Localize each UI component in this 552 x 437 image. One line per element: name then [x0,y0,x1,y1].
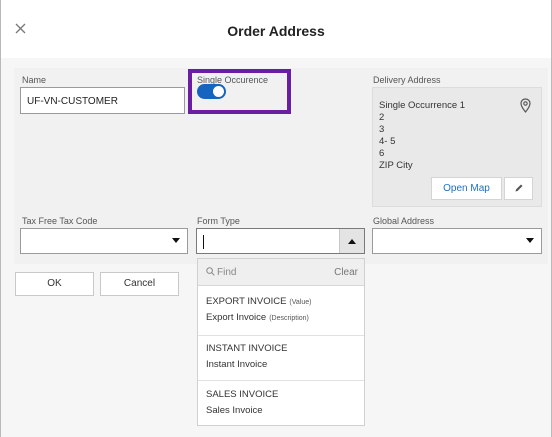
form-type-input[interactable] [196,228,365,254]
tax-free-tax-code-select[interactable] [20,228,188,254]
global-address-select[interactable] [372,228,542,254]
address-line: 2 [379,112,385,123]
address-line: 3 [379,124,385,135]
dialog-header: Order Address [1,0,551,58]
option-value: SALES INVOICE [206,389,279,400]
address-line: ZIP City [379,160,413,171]
highlight-annotation [188,69,291,114]
chevron-down-icon [526,238,534,243]
dropdown-option[interactable]: EXPORT INVOICE (Value) Export Invoice (Des… [198,286,364,336]
location-pin-icon[interactable] [520,98,531,116]
form-type-label: Form Type [197,216,240,226]
name-input[interactable]: UF-VN-CUSTOMER [20,87,185,114]
dialog-title: Order Address [227,23,325,39]
ok-button[interactable]: OK [15,272,94,296]
chevron-down-icon [172,238,180,243]
clear-button[interactable]: Clear [334,267,358,278]
option-description-tag: (Description) [269,315,309,322]
global-address-label: Global Address [373,216,435,226]
option-value: EXPORT INVOICE (Value) [206,296,311,307]
open-map-button[interactable]: Open Map [431,177,502,200]
edit-address-button[interactable] [504,177,533,200]
option-value-tag: (Value) [289,299,312,306]
address-line: 4- 5 [379,136,396,147]
option-description: Instant Invoice [206,359,268,370]
option-description: Export Invoice (Description) [206,312,309,323]
dialog-left-border [0,0,1,437]
dropdown-option[interactable]: SALES INVOICE Sales Invoice [198,381,364,425]
dropdown-find-bar: Find Clear [198,259,364,286]
chevron-up-icon [348,239,356,244]
option-description: Sales Invoice [206,405,263,416]
form-type-toggle-button[interactable] [339,229,364,253]
text-caret [203,235,204,249]
search-icon [206,267,215,279]
address-line: Single Occurrence 1 [379,100,466,111]
address-line: 6 [379,148,385,159]
tax-free-tax-code-label: Tax Free Tax Code [22,216,98,226]
name-value: UF-VN-CUSTOMER [27,96,118,107]
find-input[interactable]: Find [217,267,236,278]
option-value: INSTANT INVOICE [206,343,288,354]
delivery-address-lines: Single Occurrence 1 2 3 4- 5 6 ZIP City [379,100,465,172]
form-type-dropdown: Find Clear EXPORT INVOICE (Value) Export … [197,258,365,426]
dropdown-option[interactable]: INSTANT INVOICE Instant Invoice [198,336,364,381]
delivery-address-label: Delivery Address [373,75,441,85]
pencil-icon [514,183,524,196]
cancel-button[interactable]: Cancel [100,272,179,296]
option-value-text: EXPORT INVOICE [206,296,287,307]
name-label: Name [22,75,47,85]
option-description-text: Export Invoice [206,312,267,323]
order-address-dialog: Order Address Name UF-VN-CUSTOMER Single… [0,0,552,437]
